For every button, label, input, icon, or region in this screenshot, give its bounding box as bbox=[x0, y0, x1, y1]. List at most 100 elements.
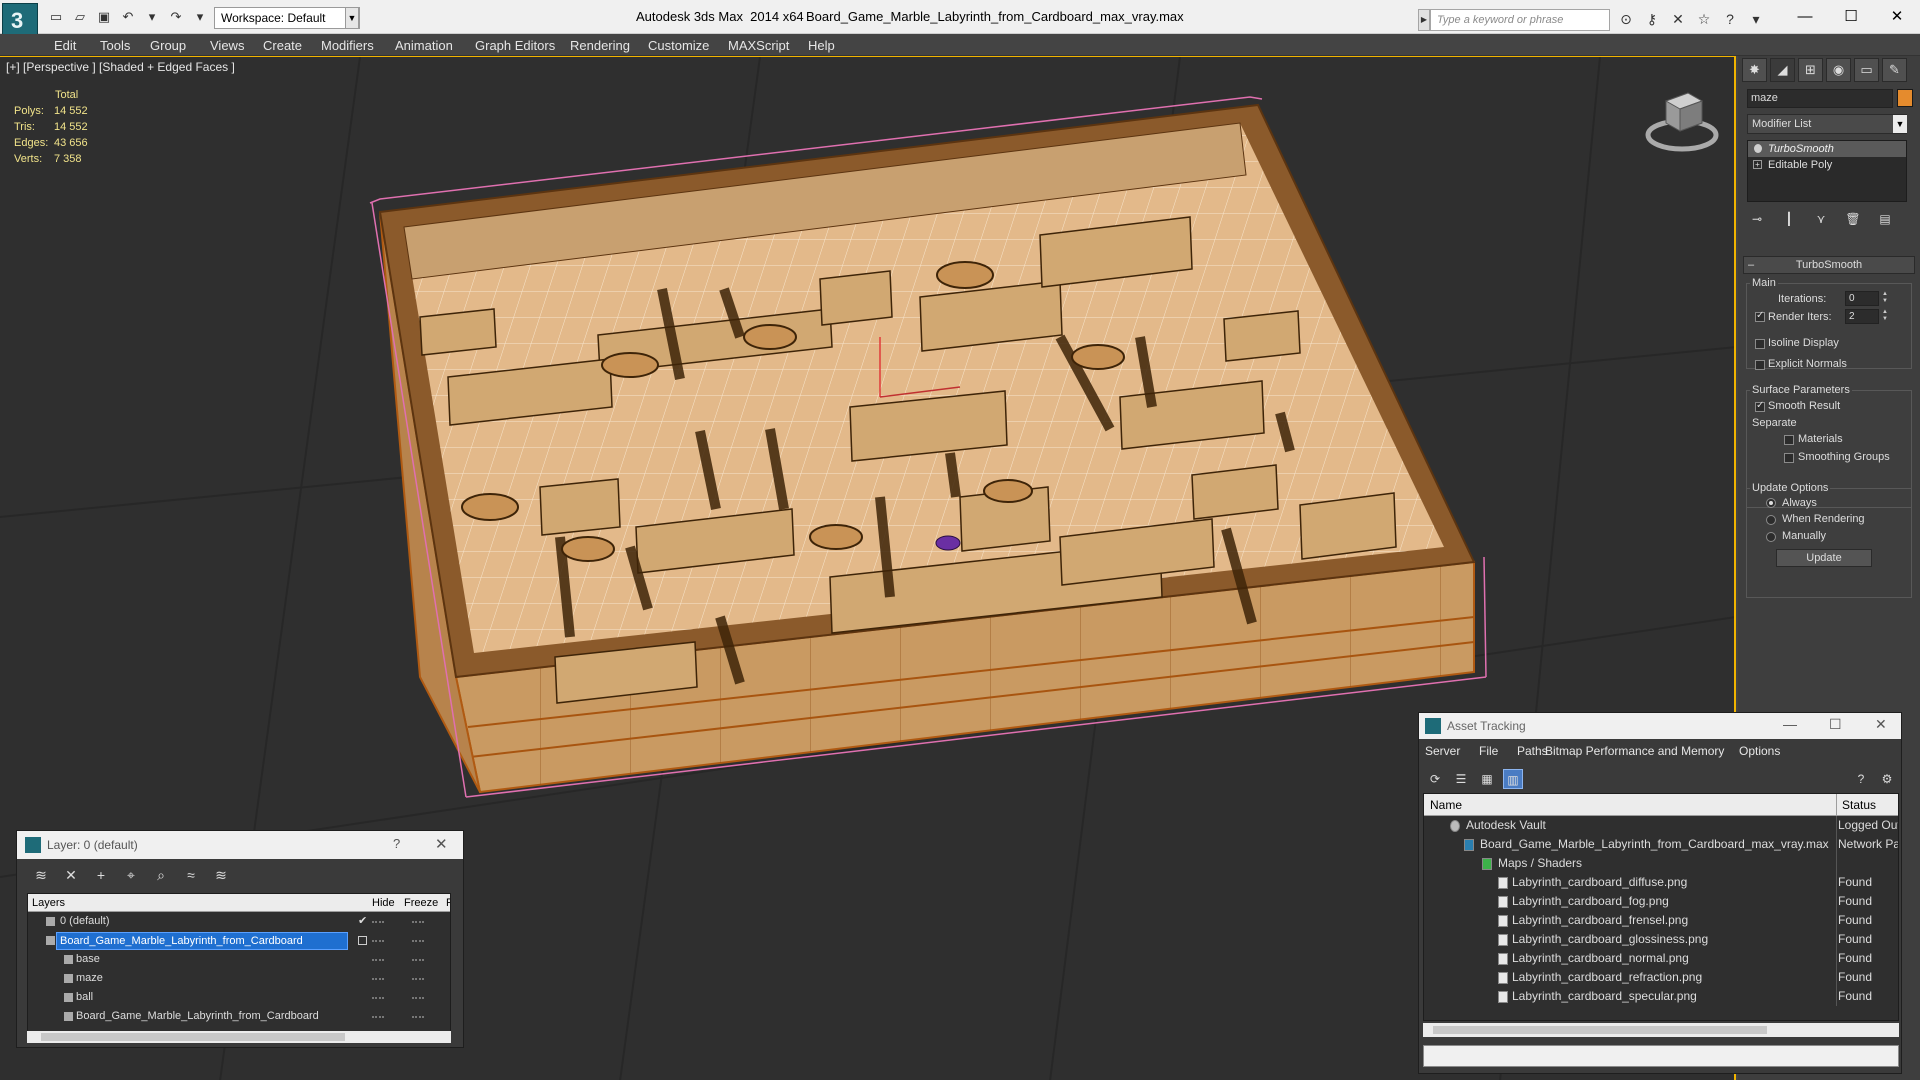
object-name-input[interactable]: maze bbox=[1747, 89, 1893, 108]
binoculars-icon[interactable]: ⊙ bbox=[1616, 9, 1636, 29]
asset-row[interactable]: Labyrinth_cardboard_frensel.png Found bbox=[1424, 911, 1898, 930]
close-icon[interactable]: ✕ bbox=[1874, 4, 1920, 30]
col-layers[interactable]: Layers bbox=[32, 897, 65, 909]
thumbnail-view-icon[interactable]: ▦ bbox=[1477, 769, 1497, 789]
layer-row[interactable]: 0 (default) ✔ bbox=[28, 912, 450, 931]
isoline-display-checkbox[interactable] bbox=[1755, 339, 1765, 349]
help-dropdown-icon[interactable]: ▾ bbox=[1746, 9, 1766, 29]
utilities-tab-icon[interactable]: ✎ bbox=[1882, 58, 1907, 82]
menu-animation[interactable]: Animation bbox=[395, 38, 453, 53]
freeze-toggle[interactable] bbox=[412, 921, 424, 923]
freeze-toggle[interactable] bbox=[412, 978, 424, 980]
layer-row[interactable]: Board_Game_Marble_Labyrinth_from_Cardboa… bbox=[28, 931, 450, 950]
freeze-toggle[interactable] bbox=[412, 959, 424, 961]
layer-row[interactable]: maze bbox=[28, 969, 450, 988]
column-separator[interactable] bbox=[1836, 794, 1837, 816]
asset-row[interactable]: Labyrinth_cardboard_normal.png Found bbox=[1424, 949, 1898, 968]
asset-window-titlebar[interactable]: Asset Tracking — ☐ ✕ bbox=[1419, 713, 1901, 739]
workspace-dropdown[interactable]: Workspace: Default bbox=[214, 7, 360, 29]
undo-icon[interactable]: ↶ bbox=[118, 7, 138, 27]
make-unique-icon[interactable]: ⋎ bbox=[1812, 210, 1830, 228]
maximize-icon[interactable]: ☐ bbox=[1829, 716, 1842, 733]
freeze-toggle[interactable] bbox=[412, 1016, 424, 1018]
search-expand-icon[interactable]: ▶ bbox=[1418, 9, 1430, 31]
layer-window-titlebar[interactable]: Layer: 0 (default) ? ✕ bbox=[17, 831, 463, 859]
layer-row[interactable]: Board_Game_Marble_Labyrinth_from_Cardboa… bbox=[28, 1007, 450, 1026]
smooth-result-checkbox[interactable] bbox=[1755, 400, 1765, 412]
layer-row[interactable]: ball bbox=[28, 988, 450, 1007]
menu-graph-editors[interactable]: Graph Editors bbox=[475, 38, 555, 53]
configure-sets-icon[interactable]: ▤ bbox=[1876, 210, 1894, 228]
render-iters-checkbox[interactable] bbox=[1755, 310, 1765, 322]
delete-layer-icon[interactable]: ✕ bbox=[61, 865, 81, 885]
redo-icon[interactable]: ↷ bbox=[166, 7, 186, 27]
open-file-icon[interactable]: ▱ bbox=[70, 7, 90, 27]
hide-toggle[interactable] bbox=[372, 997, 384, 999]
always-radio[interactable] bbox=[1766, 498, 1776, 508]
materials-checkbox[interactable] bbox=[1784, 435, 1794, 445]
asset-row[interactable]: Labyrinth_cardboard_specular.png Found bbox=[1424, 987, 1898, 1006]
freeze-all-layers-icon[interactable]: ≋ bbox=[211, 865, 231, 885]
collapse-icon[interactable]: – bbox=[1748, 257, 1754, 273]
scrollbar-thumb[interactable] bbox=[1433, 1026, 1767, 1034]
undo-dropdown-icon[interactable]: ▾ bbox=[142, 7, 162, 27]
render-iters-spinner[interactable]: 2 bbox=[1845, 309, 1879, 324]
iterations-spinner[interactable]: 0 bbox=[1845, 291, 1879, 306]
asset-row[interactable]: Labyrinth_cardboard_fog.png Found bbox=[1424, 892, 1898, 911]
layer-row[interactable]: base bbox=[28, 950, 450, 969]
hide-all-layers-icon[interactable]: ≈ bbox=[181, 865, 201, 885]
menu-options[interactable]: Options bbox=[1739, 744, 1780, 758]
modifier-list-dropdown[interactable]: Modifier List bbox=[1747, 114, 1907, 134]
maximize-icon[interactable]: ☐ bbox=[1828, 4, 1874, 30]
minimize-icon[interactable]: — bbox=[1782, 4, 1828, 30]
highlight-layer-icon[interactable]: ⌕ bbox=[151, 865, 171, 885]
menu-customize[interactable]: Customize bbox=[648, 38, 709, 53]
asset-row[interactable]: Labyrinth_cardboard_diffuse.png Found bbox=[1424, 873, 1898, 892]
hide-toggle[interactable] bbox=[372, 940, 384, 942]
stack-item-turbosmooth[interactable]: TurboSmooth bbox=[1748, 141, 1906, 157]
menu-views[interactable]: Views bbox=[210, 38, 244, 53]
hierarchy-tab-icon[interactable]: ⊞ bbox=[1798, 58, 1823, 82]
refresh-icon[interactable]: ⟳ bbox=[1425, 769, 1445, 789]
new-file-icon[interactable]: ▭ bbox=[46, 7, 66, 27]
menu-server[interactable]: Server bbox=[1425, 744, 1460, 758]
chevron-down-icon[interactable]: ▼ bbox=[1893, 115, 1907, 133]
pin-stack-icon[interactable]: ⊸ bbox=[1748, 210, 1766, 228]
modify-tab-icon[interactable]: ◢ bbox=[1770, 58, 1795, 82]
connect-icon[interactable]: ✕ bbox=[1668, 9, 1688, 29]
smoothing-groups-checkbox[interactable] bbox=[1784, 453, 1794, 463]
menu-edit[interactable]: Edit bbox=[54, 38, 76, 53]
menu-maxscript[interactable]: MAXScript bbox=[728, 38, 789, 53]
menu-group[interactable]: Group bbox=[150, 38, 186, 53]
help-icon[interactable]: ? bbox=[1720, 9, 1740, 29]
asset-row[interactable]: Board_Game_Marble_Labyrinth_from_Cardboa… bbox=[1424, 835, 1898, 854]
stack-item-editable-poly[interactable]: + Editable Poly bbox=[1748, 157, 1906, 173]
close-icon[interactable]: ✕ bbox=[1875, 716, 1887, 733]
hide-toggle[interactable] bbox=[372, 921, 384, 923]
menu-tools[interactable]: Tools bbox=[100, 38, 130, 53]
asset-row[interactable]: Labyrinth_cardboard_refraction.png Found bbox=[1424, 968, 1898, 987]
menu-rendering[interactable]: Rendering bbox=[570, 38, 630, 53]
hide-toggle[interactable] bbox=[372, 1016, 384, 1018]
list-view-icon[interactable]: ☰ bbox=[1451, 769, 1471, 789]
viewcube-icon[interactable] bbox=[1644, 87, 1720, 157]
menu-bitmap-performance[interactable]: Bitmap Performance and Memory bbox=[1545, 744, 1724, 758]
motion-tab-icon[interactable]: ◉ bbox=[1826, 58, 1851, 82]
when-rendering-radio[interactable] bbox=[1766, 515, 1776, 525]
object-color-swatch[interactable] bbox=[1897, 89, 1913, 107]
lightbulb-icon[interactable] bbox=[1754, 144, 1762, 153]
col-r[interactable]: R bbox=[446, 897, 450, 909]
asset-row[interactable]: Labyrinth_cardboard_glossiness.png Found bbox=[1424, 930, 1898, 949]
scrollbar-thumb[interactable] bbox=[41, 1033, 345, 1041]
create-layer-icon[interactable]: ≋ bbox=[31, 865, 51, 885]
viewport-label[interactable]: [+] [Perspective ] [Shaded + Edged Faces… bbox=[6, 60, 235, 74]
remove-modifier-icon[interactable]: 🗑 bbox=[1844, 210, 1862, 228]
asset-path-field[interactable] bbox=[1423, 1045, 1899, 1067]
table-view-icon[interactable]: ▥ bbox=[1503, 769, 1523, 789]
layers-horizontal-scrollbar[interactable] bbox=[27, 1031, 451, 1043]
expand-plus-icon[interactable]: + bbox=[1753, 160, 1762, 169]
asset-row[interactable]: Maps / Shaders bbox=[1424, 854, 1898, 873]
menu-help[interactable]: Help bbox=[808, 38, 835, 53]
hide-toggle[interactable] bbox=[372, 978, 384, 980]
col-name[interactable]: Name bbox=[1430, 798, 1462, 812]
